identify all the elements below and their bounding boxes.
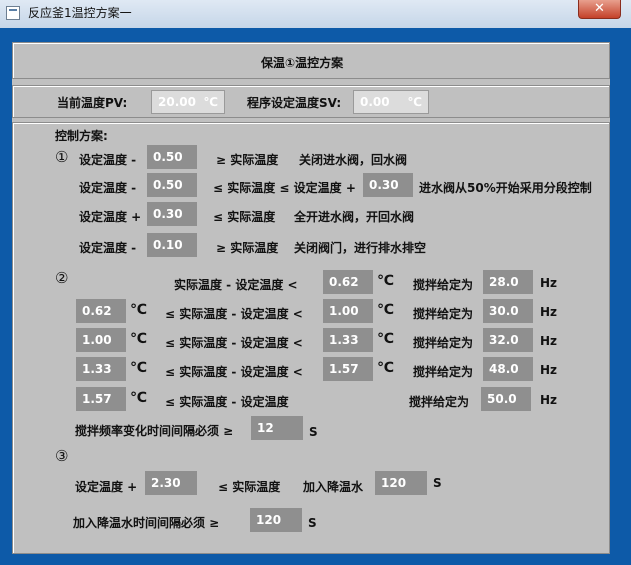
s2-interval-label: 搅拌频率变化时间间隔必须 ≥ <box>75 424 234 438</box>
s1-r3-cmp: ≤ 实际温度 <box>213 210 276 224</box>
section-2-marker: ② <box>55 269 69 287</box>
s2-r3-unit-lo: ℃ <box>130 331 147 347</box>
pv-value: 20.00 <box>158 95 196 109</box>
s2-r1-upper[interactable]: 0.62 <box>323 270 373 294</box>
s2-r1-hz-unit: Hz <box>540 276 558 290</box>
header-box: 保温①温控方案 <box>12 42 610 79</box>
s2-r3-unit-hi: ℃ <box>377 331 394 347</box>
window: 反应釜1温控方案一 ✕ 保温①温控方案 当前温度PV: 20.00 ℃ 程序设定… <box>0 0 631 565</box>
s2-r3-lower[interactable]: 1.00 <box>76 328 126 352</box>
s2-r2-hz-unit: Hz <box>540 305 558 319</box>
s3-amount-unit: S <box>433 476 442 490</box>
s3-interval-input[interactable]: 120 <box>250 508 302 532</box>
s2-r5-label: ≤ 实际温度 - 设定温度 <box>165 395 289 409</box>
s2-r2-hz[interactable]: 30.0 <box>483 299 533 323</box>
s2-r3-label: ≤ 实际温度 - 设定温度 < <box>165 336 303 350</box>
s2-r2-stir-label: 搅拌给定为 <box>413 307 474 321</box>
s3-cmp: ≤ 实际温度 <box>218 480 281 494</box>
s2-r2-unit-lo: ℃ <box>130 302 147 318</box>
s2-r4-hz-unit: Hz <box>540 363 558 377</box>
s2-r2-lower[interactable]: 0.62 <box>76 299 126 323</box>
s3-action: 加入降温水 <box>303 480 364 494</box>
s3-label: 设定温度 + <box>75 480 138 494</box>
control-title: 控制方案: <box>55 129 108 143</box>
s3-interval-label: 加入降温水时间间隔必须 ≥ <box>73 516 220 530</box>
s1-r3-label: 设定温度 + <box>79 210 142 224</box>
s2-r2-label: ≤ 实际温度 - 设定温度 < <box>165 307 303 321</box>
page-title: 保温①温控方案 <box>261 56 344 70</box>
window-title: 反应釜1温控方案一 <box>28 6 132 20</box>
s2-r4-hz[interactable]: 48.0 <box>483 357 533 381</box>
s1-r1-action: 关闭进水阀，回水阀 <box>299 153 408 167</box>
s2-r1-hz[interactable]: 28.0 <box>483 270 533 294</box>
s2-r1-stir-label: 搅拌给定为 <box>413 278 474 292</box>
s1-r1-label: 设定温度 - <box>79 153 137 167</box>
sv-unit: ℃ <box>407 95 422 109</box>
pv-label: 当前温度PV: <box>57 96 128 110</box>
s2-r2-unit-hi: ℃ <box>377 302 394 318</box>
s3-interval-unit: S <box>308 516 317 530</box>
s2-r4-upper[interactable]: 1.57 <box>323 357 373 381</box>
s2-r4-unit-hi: ℃ <box>377 360 394 376</box>
sv-value: 0.00 <box>360 95 390 109</box>
s2-r2-upper[interactable]: 1.00 <box>323 299 373 323</box>
s2-r5-hz-unit: Hz <box>540 393 558 407</box>
status-box: 当前温度PV: 20.00 ℃ 程序设定温度SV: 0.00 ℃ <box>12 85 610 118</box>
pv-unit: ℃ <box>203 95 218 109</box>
s2-r5-unit-lo: ℃ <box>130 390 147 406</box>
s1-r2-action: 进水阀从50%开始采用分段控制 <box>419 181 592 195</box>
s2-r1-unit: ℃ <box>377 273 394 289</box>
s1-r4-action: 关闭阀门，进行排水排空 <box>294 241 427 255</box>
s2-r3-stir-label: 搅拌给定为 <box>413 336 474 350</box>
s2-r3-hz-unit: Hz <box>540 334 558 348</box>
s1-r4-label: 设定温度 - <box>79 241 137 255</box>
sv-label: 程序设定温度SV: <box>247 96 342 110</box>
s3-amount-input[interactable]: 120 <box>375 471 427 495</box>
s1-r2-input2[interactable]: 0.30 <box>363 173 413 197</box>
sv-field: 0.00 ℃ <box>353 90 429 114</box>
pv-field: 20.00 ℃ <box>151 90 225 114</box>
app-icon <box>6 6 20 20</box>
s2-r4-lower[interactable]: 1.33 <box>76 357 126 381</box>
s2-r4-label: ≤ 实际温度 - 设定温度 < <box>165 365 303 379</box>
s2-r4-stir-label: 搅拌给定为 <box>413 365 474 379</box>
s1-r2-input[interactable]: 0.50 <box>147 173 197 197</box>
s2-r5-stir-label: 搅拌给定为 <box>409 395 470 409</box>
s2-r5-hz[interactable]: 50.0 <box>481 387 531 411</box>
close-button[interactable]: ✕ <box>578 0 621 19</box>
s1-r2-cmp: ≤ 实际温度 ≤ 设定温度 + <box>213 181 356 195</box>
control-box: 控制方案: ① 设定温度 - 0.50 ≥ 实际温度 关闭进水阀，回水阀 设定温… <box>12 122 610 554</box>
s2-interval-unit: S <box>309 425 318 439</box>
s2-r3-hz[interactable]: 32.0 <box>483 328 533 352</box>
main-panel: 保温①温控方案 当前温度PV: 20.00 ℃ 程序设定温度SV: 0.00 ℃… <box>12 42 610 554</box>
s1-r2-label: 设定温度 - <box>79 181 137 195</box>
s1-r3-action: 全开进水阀，开回水阀 <box>294 210 415 224</box>
section-1-marker: ① <box>55 148 69 166</box>
s2-r1-label: 实际温度 - 设定温度 < <box>174 278 298 292</box>
s2-interval-input[interactable]: 12 <box>251 416 303 440</box>
s1-r1-cmp: ≥ 实际温度 <box>216 153 279 167</box>
s1-r4-input[interactable]: 0.10 <box>147 233 197 257</box>
s2-r5-lower[interactable]: 1.57 <box>76 387 126 411</box>
s2-r3-upper[interactable]: 1.33 <box>323 328 373 352</box>
s1-r3-input[interactable]: 0.30 <box>147 202 197 226</box>
s2-r4-unit-lo: ℃ <box>130 360 147 376</box>
title-bar: 反应釜1温控方案一 ✕ <box>0 0 631 28</box>
s3-input[interactable]: 2.30 <box>145 471 197 495</box>
section-3-marker: ③ <box>55 447 69 465</box>
s1-r4-cmp: ≥ 实际温度 <box>216 241 279 255</box>
s1-r1-input[interactable]: 0.50 <box>147 145 197 169</box>
